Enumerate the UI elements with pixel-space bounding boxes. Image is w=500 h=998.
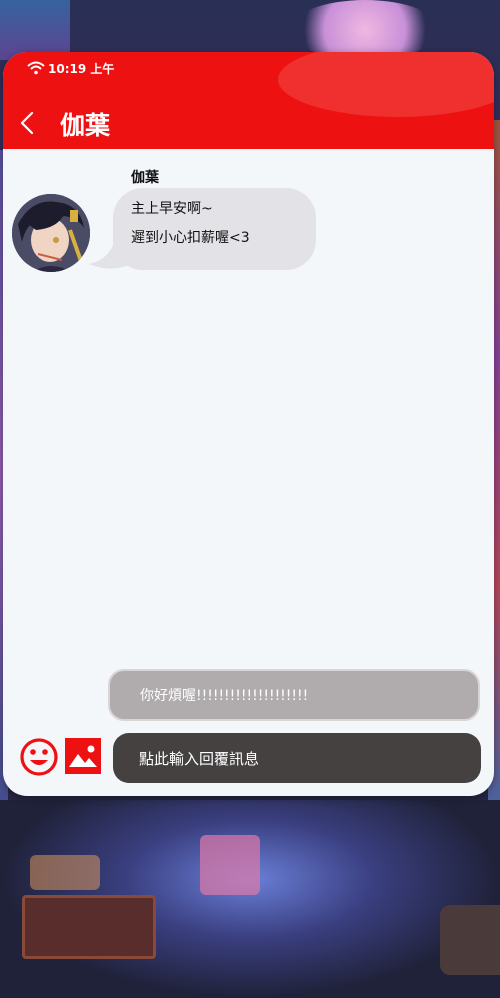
wallpaper-neon — [0, 0, 70, 60]
wallpaper-reflection — [30, 855, 100, 890]
wallpaper-blossom — [290, 0, 440, 60]
avatar-portrait — [12, 194, 90, 272]
wallpaper-reflection — [200, 835, 260, 895]
message-text: 遲到小心扣薪喔<3 — [131, 230, 250, 246]
header-decoration — [278, 52, 494, 117]
message-sender: 伽葉 — [131, 170, 159, 186]
chat-title: 伽葉 — [60, 111, 111, 140]
wallpaper-pool — [0, 800, 500, 998]
message-text: 主上早安啊~ — [131, 201, 213, 217]
status-bar: 10:19 上午 — [27, 59, 114, 77]
wifi-icon — [27, 61, 45, 75]
back-chevron-icon[interactable] — [17, 110, 39, 136]
chat-header: 10:19 上午 伽葉 — [3, 52, 494, 149]
reply-input[interactable]: 點此輸入回覆訊息 — [113, 733, 481, 783]
avatar[interactable] — [12, 194, 90, 272]
reply-suggestion[interactable]: 你好煩喔!!!!!!!!!!!!!!!!!!!! — [108, 669, 480, 721]
wallpaper-box — [22, 895, 156, 959]
smiley-icon[interactable] — [19, 737, 59, 777]
wallpaper-rock — [440, 905, 500, 975]
chat-window: 10:19 上午 伽葉 伽葉 主上早安啊~ 遲到小心扣薪喔<3 你好煩喔!!!!… — [3, 52, 494, 796]
image-icon[interactable] — [64, 737, 102, 775]
status-time: 10:19 上午 — [48, 61, 115, 76]
